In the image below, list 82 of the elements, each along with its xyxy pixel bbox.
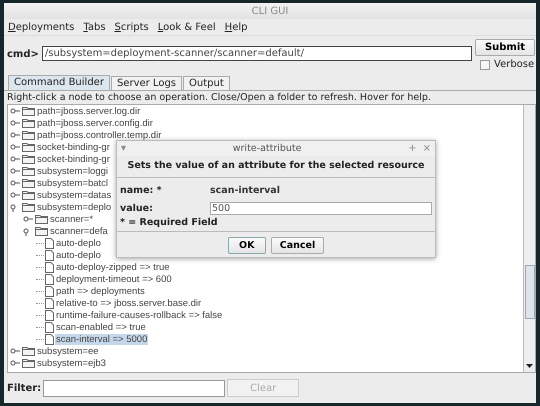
- toggle-handle-icon[interactable]: [10, 130, 21, 140]
- folder-icon: [22, 166, 35, 176]
- folder-icon: [22, 154, 35, 164]
- toggle-handle-icon[interactable]: [10, 118, 21, 128]
- menu-item[interactable]: Look & Feel: [158, 22, 216, 32]
- toggle-handle-icon[interactable]: [10, 358, 21, 368]
- file-icon: [45, 322, 54, 332]
- tab[interactable]: Server Logs: [110, 76, 182, 90]
- tree-node[interactable]: relative-to => jboss.server.base.dir: [55, 298, 202, 308]
- tree-node[interactable]: scanner=defa: [49, 226, 109, 236]
- folder-icon: [35, 214, 48, 224]
- file-icon: [45, 274, 54, 284]
- file-icon: [45, 286, 54, 296]
- folder-icon: [22, 358, 35, 368]
- tree-node[interactable]: runtime-failure-causes-rollback => false: [55, 310, 224, 320]
- tree-node[interactable]: scanner=*: [49, 214, 94, 224]
- tree-node[interactable]: path=jboss.controller.temp.dir: [36, 130, 162, 140]
- tree-node[interactable]: subsystem=datas: [36, 190, 112, 200]
- file-icon: [45, 298, 54, 308]
- tab[interactable]: Command Builder: [8, 75, 110, 90]
- dialog-button[interactable]: OK: [228, 237, 266, 254]
- tree-node[interactable]: scan-enabled => true: [55, 322, 147, 332]
- toggle-handle-icon[interactable]: [10, 190, 21, 200]
- filter-field[interactable]: [43, 380, 226, 396]
- menu-item[interactable]: Scripts: [114, 22, 149, 32]
- toggle-handle-icon[interactable]: [10, 142, 21, 152]
- toggle-handle-icon[interactable]: [10, 154, 21, 164]
- folder-icon: [35, 226, 48, 236]
- file-icon: [45, 238, 54, 248]
- tree-node[interactable]: auto-deplo: [55, 238, 102, 248]
- window-title: CLI GUI: [252, 6, 288, 16]
- toggle-handle-icon[interactable]: [10, 178, 21, 188]
- folder-icon: [22, 142, 35, 152]
- value-label: value:: [120, 202, 154, 214]
- toggle-handle-icon[interactable]: [23, 214, 34, 224]
- tree-node[interactable]: socket-binding-gr: [36, 154, 111, 164]
- tab[interactable]: Output: [183, 76, 230, 90]
- tree-node[interactable]: path=jboss.server.config.dir: [36, 118, 154, 128]
- scrollbar[interactable]: [523, 105, 535, 372]
- tree-node[interactable]: path => deployments: [55, 286, 146, 296]
- folder-icon: [22, 190, 35, 200]
- cmd-label: cmd>: [7, 49, 39, 60]
- toggle-handle-icon[interactable]: [10, 166, 21, 176]
- file-icon: [45, 310, 54, 320]
- toggle-handle-icon[interactable]: [10, 346, 21, 356]
- dialog-button[interactable]: Cancel: [270, 237, 324, 254]
- tree-node[interactable]: auto-deplo: [55, 250, 102, 260]
- filter-label: Filter:: [7, 382, 42, 394]
- tree-node[interactable]: scan-interval => 5000: [55, 334, 148, 344]
- tree-node[interactable]: deployment-timeout => 600: [55, 274, 173, 284]
- folder-icon: [22, 130, 35, 140]
- scroll-thumb[interactable]: [525, 265, 535, 319]
- required-note: * = Required Field: [120, 217, 219, 228]
- folder-icon: [22, 202, 35, 212]
- menu-item[interactable]: Deployments: [8, 22, 74, 32]
- tree-node[interactable]: subsystem=ejb3: [36, 358, 107, 368]
- scroll-down-icon[interactable]: [525, 363, 534, 369]
- verbose-checkbox[interactable]: [480, 60, 490, 70]
- name-value: scan-interval: [210, 184, 280, 196]
- value-field[interactable]: 500: [210, 202, 432, 214]
- file-icon: [45, 250, 54, 260]
- tree-node[interactable]: subsystem=batcl: [36, 178, 110, 188]
- menu-item[interactable]: Help: [224, 22, 248, 32]
- tree-node[interactable]: subsystem=loggi: [36, 166, 110, 176]
- menu-item[interactable]: Tabs: [83, 22, 106, 32]
- tree-node[interactable]: subsystem=deplo: [36, 202, 112, 212]
- help-text: Right-click a node to choose an operation. Close/Open a folder to refresh. Hover for help.: [6, 91, 432, 104]
- tree-node[interactable]: subsystem=ee: [36, 346, 100, 356]
- folder-icon: [22, 118, 35, 128]
- dialog-heading: Sets the value of an attribute for the selected resource: [126, 159, 426, 173]
- dialog-title: write-attribute: [232, 143, 302, 154]
- folder-icon: [22, 346, 35, 356]
- tree-node[interactable]: path=jboss.server.log.dir: [36, 106, 142, 116]
- name-label: name: *: [120, 184, 163, 196]
- toggle-handle-icon[interactable]: [10, 106, 21, 116]
- command-field[interactable]: /subsystem=deployment-scanner/scanner=default/: [42, 46, 472, 61]
- file-icon: [45, 262, 54, 272]
- submit-button[interactable]: Submit: [475, 39, 535, 56]
- tree-node[interactable]: auto-deploy-zipped => true: [55, 262, 171, 272]
- verbose-label: Verbose: [494, 59, 534, 70]
- tree-node[interactable]: socket-binding-gr: [36, 142, 111, 152]
- folder-icon: [22, 178, 35, 188]
